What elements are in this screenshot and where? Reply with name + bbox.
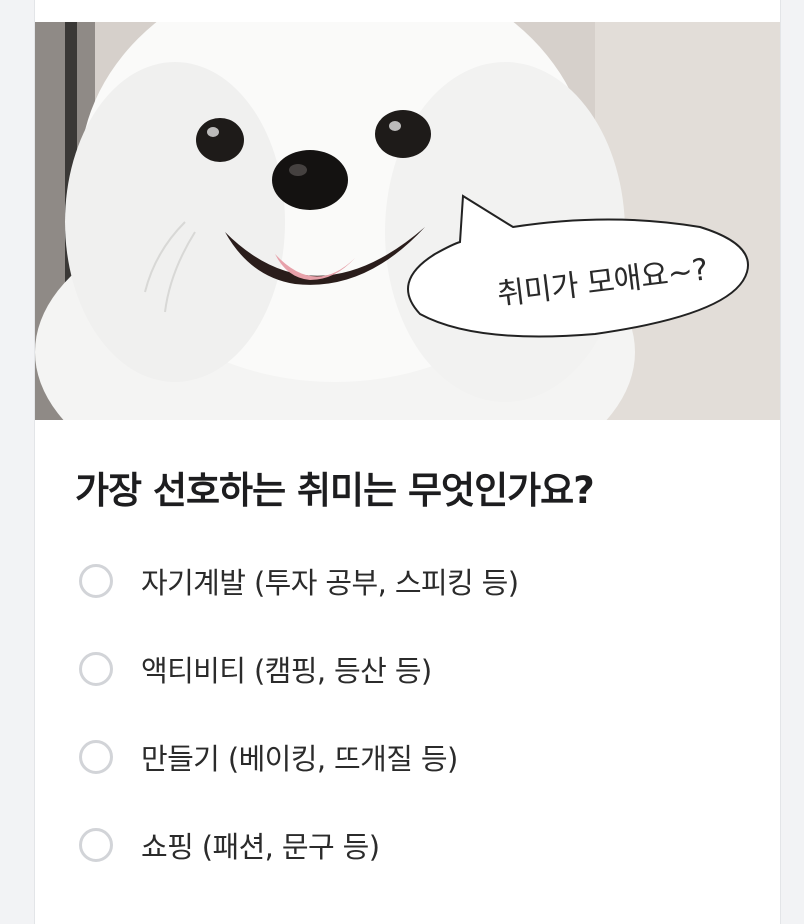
- question-title: 가장 선호하는 취미는 무엇인가요?: [75, 469, 595, 512]
- radio-button[interactable]: [79, 740, 113, 774]
- radio-button[interactable]: [79, 652, 113, 686]
- option-label: 액티비티 (캠핑, 등산 등): [141, 654, 432, 688]
- dog-illustration: [35, 22, 780, 420]
- radio-button[interactable]: [79, 828, 113, 862]
- hero-image-dog: 취미가 모애요~?: [35, 22, 780, 420]
- radio-button[interactable]: [79, 564, 113, 598]
- answer-options: 자기계발 (투자 공부, 스피킹 등) 액티비티 (캠핑, 등산 등) 만들기 …: [79, 555, 519, 907]
- option-activity[interactable]: 액티비티 (캠핑, 등산 등): [79, 643, 518, 695]
- option-shopping[interactable]: 쇼핑 (패션, 문구 등): [79, 819, 518, 871]
- option-self-development[interactable]: 자기계발 (투자 공부, 스피킹 등): [79, 555, 519, 607]
- option-label: 쇼핑 (패션, 문구 등): [141, 830, 380, 864]
- option-making[interactable]: 만들기 (베이킹, 뜨개질 등): [79, 731, 518, 783]
- option-label: 자기계발 (투자 공부, 스피킹 등): [141, 566, 519, 600]
- survey-card: 취미가 모애요~? 가장 선호하는 취미는 무엇인가요? 자기계발 (투자 공부…: [34, 0, 781, 924]
- option-label: 만들기 (베이킹, 뜨개질 등): [141, 742, 458, 776]
